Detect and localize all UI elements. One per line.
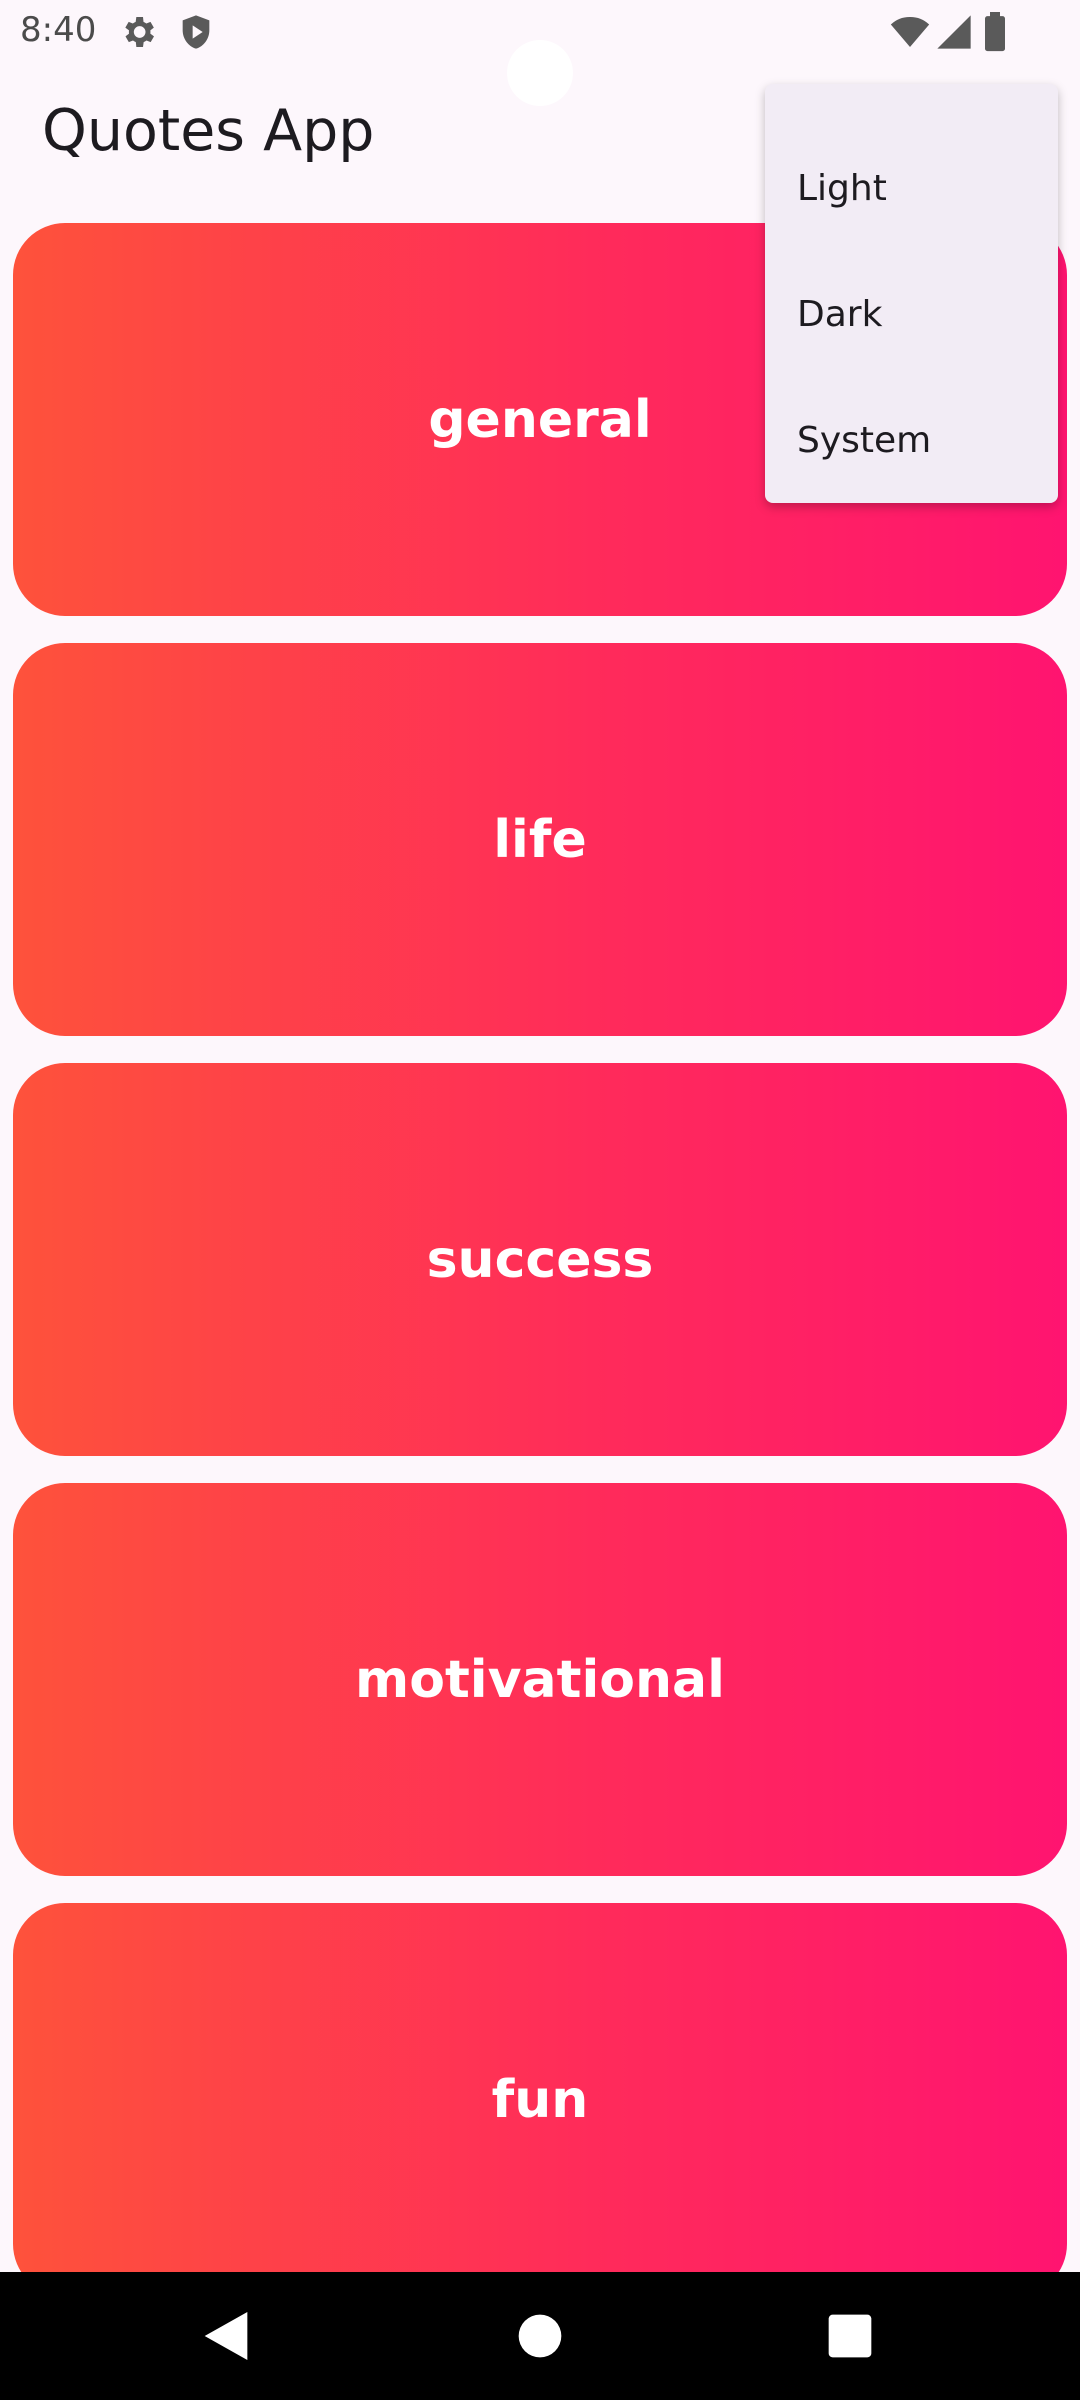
recents-icon[interactable]: [818, 2304, 882, 2368]
wifi-icon: [890, 16, 930, 47]
gear-icon: [125, 17, 154, 47]
category-label: motivational: [355, 1649, 725, 1710]
battery-icon: [985, 12, 1005, 52]
status-time: 8:40: [20, 10, 97, 50]
category-card-motivational[interactable]: motivational: [13, 1483, 1067, 1876]
app-title: Quotes App: [42, 98, 375, 164]
category-label: fun: [491, 2069, 589, 2130]
back-icon[interactable]: [194, 2304, 258, 2368]
screen: 8:40 Quotes App general life success mot…: [0, 0, 1080, 2400]
signal-icon: [937, 15, 971, 49]
camera-cutout: [507, 40, 573, 106]
category-label: life: [493, 809, 587, 870]
home-icon[interactable]: [508, 2304, 572, 2368]
category-label: general: [428, 389, 652, 450]
navigation-bar: [0, 2272, 1080, 2400]
category-label: success: [426, 1229, 654, 1290]
category-card-success[interactable]: success: [13, 1063, 1067, 1456]
category-card-fun[interactable]: fun: [13, 1903, 1067, 2296]
theme-menu: Light Dark System: [765, 84, 1058, 503]
menu-item-system[interactable]: System: [765, 377, 1058, 503]
menu-item-dark[interactable]: Dark: [765, 251, 1058, 377]
shield-icon: [182, 15, 210, 49]
category-card-life[interactable]: life: [13, 643, 1067, 1036]
menu-item-light[interactable]: Light: [765, 125, 1058, 251]
